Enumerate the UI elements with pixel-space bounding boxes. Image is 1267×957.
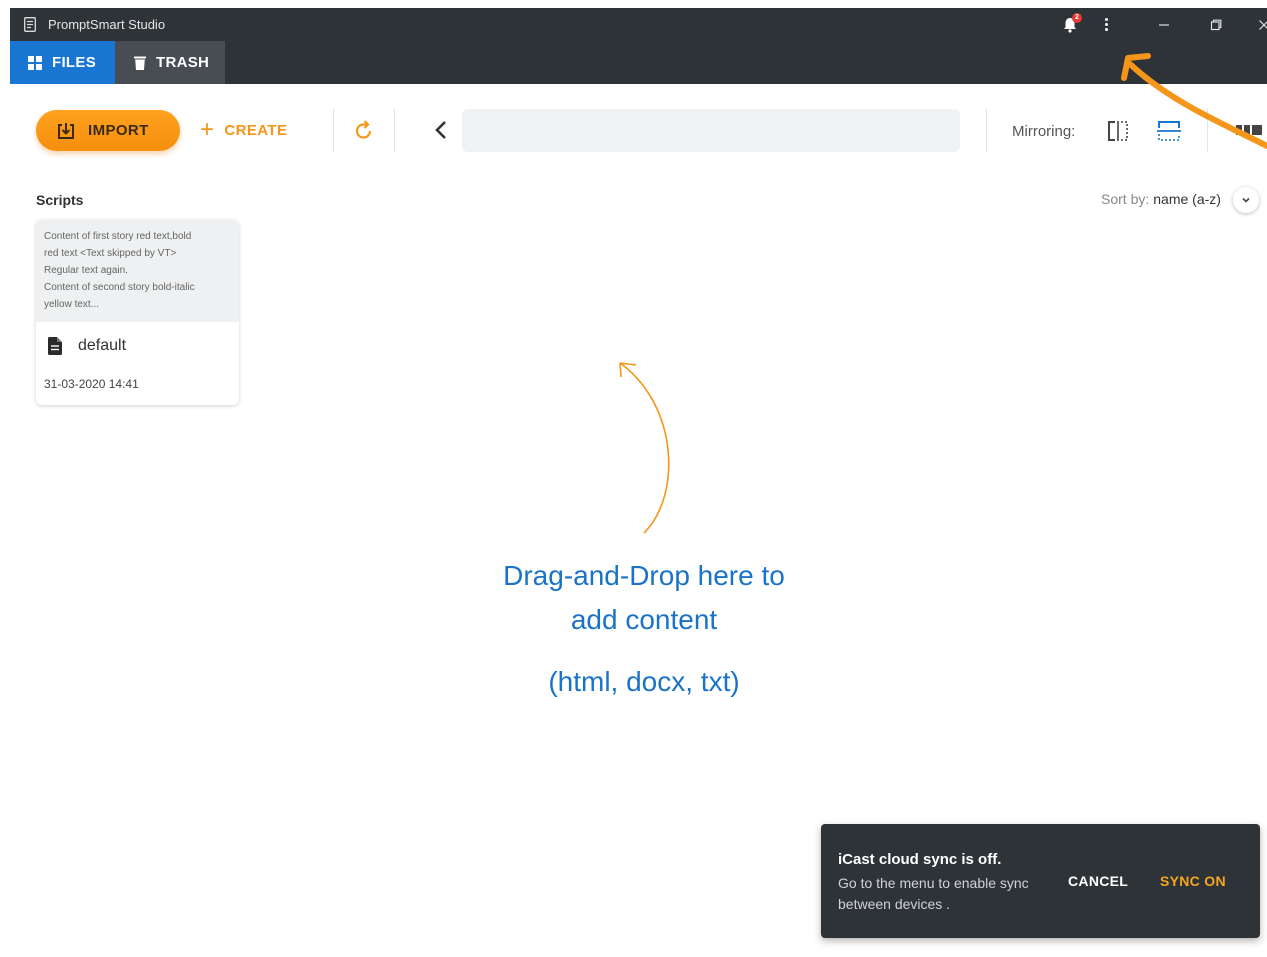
preview-line: Regular text again. <box>44 265 128 276</box>
menu-pointer-arrow <box>1121 53 1267 149</box>
refresh-icon[interactable] <box>352 118 376 142</box>
preview-line: yellow text... <box>44 299 100 310</box>
mirroring-label: Mirroring: <box>1012 123 1076 140</box>
app-document-icon <box>24 17 36 32</box>
toolbar-divider <box>333 108 334 152</box>
sync-on-button[interactable]: SYNC ON <box>1160 873 1226 889</box>
script-date: 31-03-2020 14:41 <box>44 377 139 391</box>
cancel-button[interactable]: CANCEL <box>1068 873 1128 889</box>
toolbar-divider <box>986 108 987 152</box>
kebab-icon <box>1104 16 1108 33</box>
create-button[interactable]: + CREATE <box>200 118 287 142</box>
snackbar-title: iCast cloud sync is off. <box>838 851 1002 868</box>
minimize-button[interactable] <box>1150 8 1178 41</box>
tab-trash[interactable]: TRASH <box>115 41 225 84</box>
import-button[interactable]: IMPORT <box>36 110 180 151</box>
window-left-edge <box>0 0 10 84</box>
tab-bar: FILES TRASH <box>10 41 1267 84</box>
sort-prefix: Sort by: <box>1101 191 1150 207</box>
grid-icon <box>28 55 42 70</box>
preview-line: Content of first story red text,bold <box>44 231 192 242</box>
sync-snackbar: iCast cloud sync is off. Go to the menu … <box>821 824 1260 938</box>
preview-line: red text <Text skipped by VT> <box>44 248 177 259</box>
restore-button[interactable] <box>1202 8 1230 41</box>
app-title: PromptSmart Studio <box>48 17 166 32</box>
tab-files[interactable]: FILES <box>10 41 115 84</box>
more-menu-button[interactable] <box>1096 8 1116 41</box>
section-title: Scripts <box>36 192 84 208</box>
back-chevron-icon[interactable] <box>430 118 452 142</box>
sort-value: name (a-z) <box>1153 191 1221 207</box>
notifications-button[interactable]: 2 <box>1058 8 1082 41</box>
notification-badge: 2 <box>1072 13 1082 23</box>
import-icon <box>58 122 74 139</box>
drop-hint-line2: add content <box>570 604 718 635</box>
trash-icon <box>134 56 146 70</box>
restore-icon <box>1210 19 1222 30</box>
sort-control[interactable]: Sort by: name (a-z) <box>1101 191 1221 207</box>
script-card[interactable]: Content of first story red text,bold red… <box>36 220 239 405</box>
minimize-icon <box>1159 23 1169 26</box>
preview-line: Content of second story bold-italic <box>44 282 195 293</box>
close-button[interactable] <box>1254 8 1267 41</box>
drop-hint-line1: Drag-and-Drop here to <box>503 560 785 591</box>
sort-dropdown-button[interactable] <box>1233 187 1259 213</box>
script-name: default <box>78 337 127 354</box>
tab-files-label: FILES <box>52 54 97 71</box>
snackbar-message: Go to the menu to enable sync between de… <box>838 875 1029 912</box>
close-icon <box>1259 19 1267 30</box>
chevron-down-icon <box>1242 197 1250 203</box>
file-icon <box>48 337 62 355</box>
create-label: CREATE <box>224 121 288 139</box>
title-bar: PromptSmart Studio 2 <box>10 8 1267 41</box>
toolbar-divider <box>394 108 395 152</box>
drop-hint-arrow <box>619 362 670 534</box>
import-label: IMPORT <box>88 122 149 139</box>
tab-trash-label: TRASH <box>156 54 210 71</box>
script-name-row: default <box>48 337 126 355</box>
script-preview: Content of first story red text,bold red… <box>36 220 239 322</box>
path-field[interactable] <box>462 109 960 152</box>
plus-icon: + <box>200 116 215 143</box>
drop-hint-formats: (html, docx, txt) <box>548 666 740 697</box>
window-top-edge <box>0 0 1267 8</box>
